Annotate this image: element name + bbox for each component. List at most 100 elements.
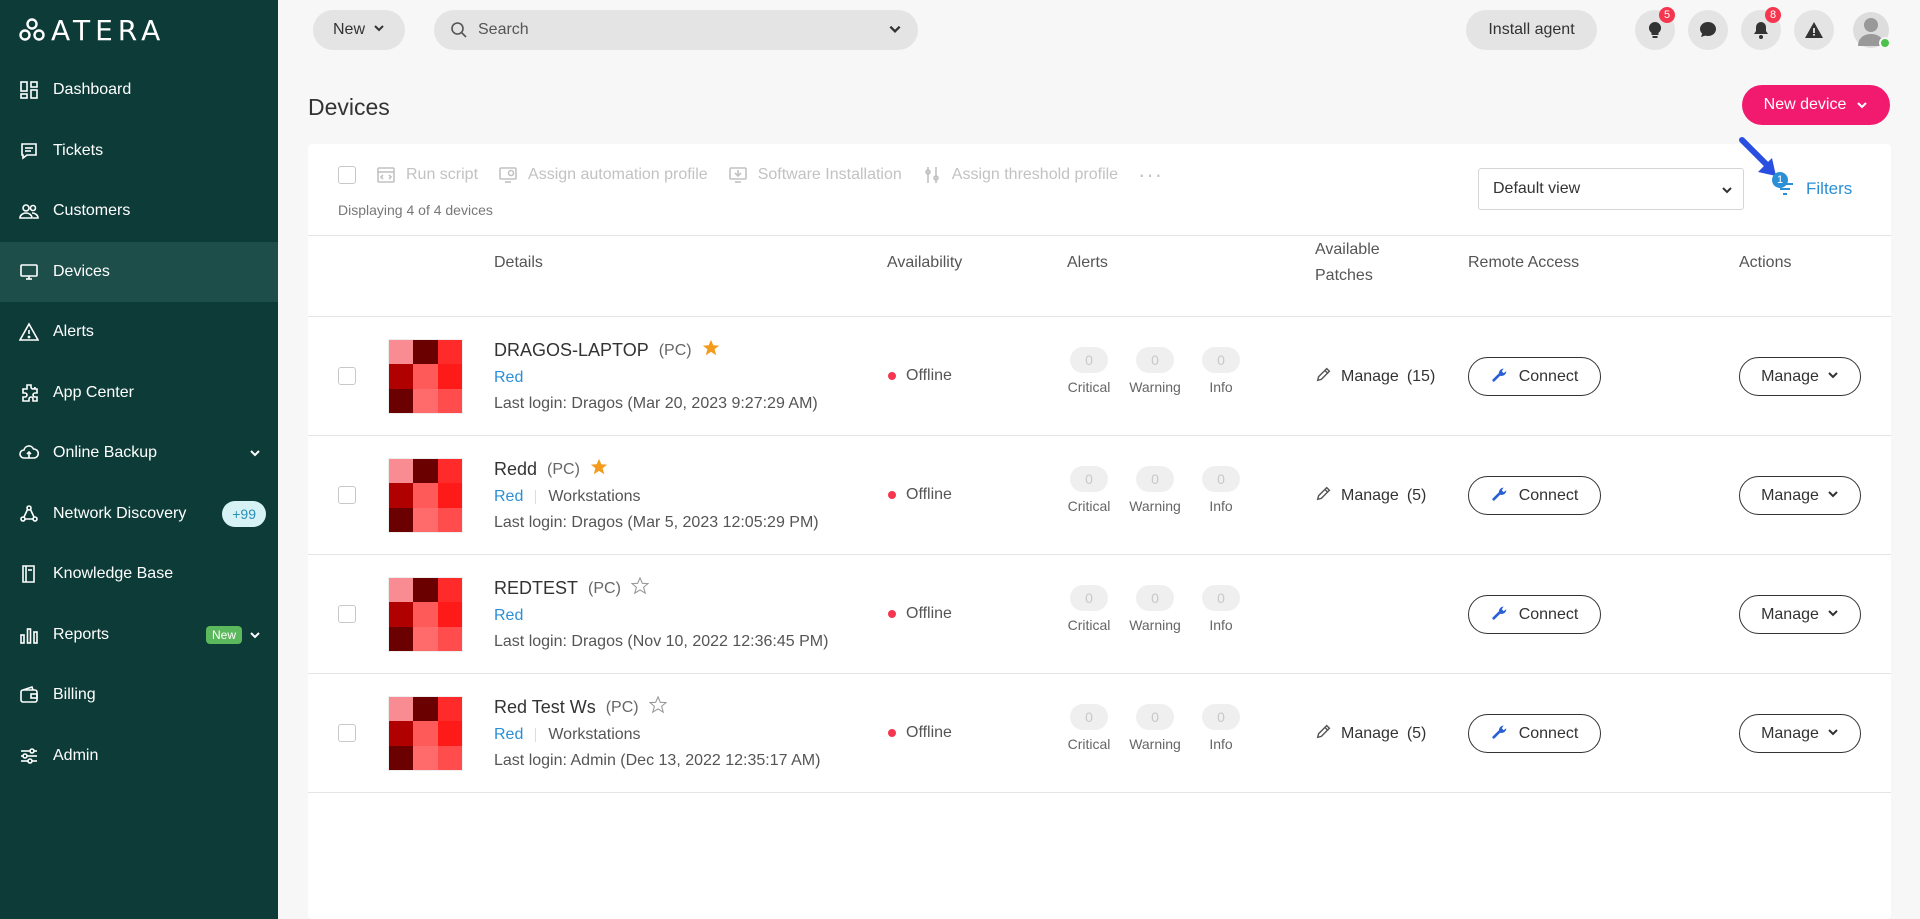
user-avatar[interactable] (1853, 12, 1891, 49)
edit-icon (1315, 365, 1333, 388)
assign-threshold-action[interactable]: Assign threshold profile (922, 165, 1118, 185)
column-header-patches-line1: Available (1315, 241, 1380, 258)
manage-label: Manage (1761, 605, 1819, 623)
new-device-button[interactable]: New device (1742, 85, 1890, 125)
availability-status: Offline (888, 605, 952, 623)
thumbnail-cell (437, 721, 462, 746)
new-menu-button[interactable]: New (313, 10, 405, 50)
sidebar-item-billing[interactable]: Billing (0, 665, 278, 726)
star-icon[interactable] (702, 339, 720, 362)
alert-info[interactable]: 0 Info (1191, 466, 1251, 514)
device-sub-line: Red (494, 607, 523, 625)
chevron-down-icon[interactable] (248, 446, 262, 460)
alert-info[interactable]: 0 Info (1191, 585, 1251, 633)
remote-connect-icon (1491, 484, 1509, 507)
device-name[interactable]: REDTEST (494, 578, 578, 599)
manage-patches-link[interactable]: Manage (5) (1315, 722, 1426, 745)
chevron-down-icon[interactable] (888, 22, 902, 41)
alert-critical[interactable]: 0 Critical (1059, 585, 1119, 633)
sidebar-item-dashboard[interactable]: Dashboard (0, 60, 278, 121)
device-name[interactable]: DRAGOS-LAPTOP (494, 340, 649, 361)
atera-logo[interactable]: ATERA (19, 14, 165, 47)
search-bar[interactable] (434, 10, 918, 50)
column-header-remote-access[interactable]: Remote Access (1468, 250, 1579, 276)
star-icon[interactable] (590, 458, 608, 481)
notifications-button[interactable]: 8 (1741, 7, 1781, 50)
chat-button[interactable] (1688, 10, 1728, 50)
star-icon[interactable] (630, 576, 650, 600)
connect-button[interactable]: Connect (1468, 595, 1601, 634)
manage-button[interactable]: Manage (1739, 476, 1861, 515)
row-checkbox[interactable] (338, 724, 356, 742)
sidebar-item-online-backup[interactable]: Online Backup (0, 423, 278, 484)
alert-warning[interactable]: 0 Warning (1125, 704, 1185, 752)
row-checkbox[interactable] (338, 367, 356, 385)
view-select[interactable]: Default view (1478, 168, 1744, 210)
software-installation-action[interactable]: Software Installation (728, 165, 902, 185)
chevron-down-icon[interactable] (248, 628, 262, 642)
alert-critical[interactable]: 0 Critical (1059, 466, 1119, 514)
manage-label: Manage (1761, 486, 1819, 504)
select-all-checkbox[interactable] (338, 166, 356, 184)
alert-critical[interactable]: 0 Critical (1059, 704, 1119, 752)
device-customer-link[interactable]: Red (494, 607, 523, 625)
column-header-availability[interactable]: Availability (887, 250, 962, 276)
alert-info[interactable]: 0 Info (1191, 347, 1251, 395)
tips-button[interactable]: 5 (1635, 7, 1675, 50)
alert-warning[interactable]: 0 Warning (1125, 347, 1185, 395)
device-customer-link[interactable]: Red (494, 369, 523, 387)
run-script-action[interactable]: Run script (376, 165, 478, 185)
manage-button[interactable]: Manage (1739, 595, 1861, 634)
table-row[interactable]: REDTEST (PC) Red Last login: Dragos (Nov 10… (308, 555, 1891, 674)
alert-info-label: Info (1209, 617, 1233, 633)
column-header-details[interactable]: Details (494, 250, 543, 276)
sidebar-item-network-discovery[interactable]: Network Discovery +99 (0, 484, 278, 545)
device-name[interactable]: Redd (494, 459, 537, 480)
alert-warning[interactable]: 0 Warning (1125, 466, 1185, 514)
device-site[interactable]: Workstations (548, 488, 640, 506)
alert-info[interactable]: 0 Info (1191, 704, 1251, 752)
filters-button[interactable]: 1 Filters (1772, 172, 1852, 200)
patch-count: (5) (1406, 486, 1427, 504)
assign-automation-action[interactable]: Assign automation profile (498, 165, 708, 185)
more-actions-button[interactable]: ··· (1138, 162, 1163, 188)
device-thumbnail (388, 696, 463, 771)
availability-label: Offline (906, 486, 952, 503)
manage-patches-link[interactable]: Manage (5) (1315, 484, 1426, 507)
table-row[interactable]: Red Test Ws (PC) Red Workstations Last login… (308, 674, 1891, 793)
table-row[interactable]: Redd (PC) Red Workstations Last login: Drago… (308, 436, 1891, 555)
sidebar-item-reports[interactable]: Reports New (0, 605, 278, 666)
star-icon[interactable] (648, 695, 668, 719)
manage-button[interactable]: Manage (1739, 714, 1861, 753)
connect-button[interactable]: Connect (1468, 357, 1601, 396)
sidebar-item-admin[interactable]: Admin (0, 726, 278, 787)
column-header-patches[interactable]: Available Patches (1315, 237, 1380, 289)
sidebar-item-customers[interactable]: Customers (0, 181, 278, 242)
system-alerts-button[interactable] (1794, 10, 1834, 50)
table-row[interactable]: DRAGOS-LAPTOP (PC) Red Last login: Dragos (… (308, 317, 1891, 436)
sidebar-item-tickets[interactable]: Tickets (0, 121, 278, 182)
sidebar-item-app-center[interactable]: App Center (0, 363, 278, 424)
sidebar-item-devices[interactable]: Devices (0, 241, 278, 302)
thumbnail-cell (413, 507, 438, 532)
install-agent-button[interactable]: Install agent (1466, 10, 1597, 50)
device-site[interactable]: Workstations (548, 726, 640, 744)
connect-button[interactable]: Connect (1468, 476, 1601, 515)
device-customer-link[interactable]: Red (494, 726, 523, 744)
manage-patches-link[interactable]: Manage (15) (1315, 365, 1435, 388)
connect-button[interactable]: Connect (1468, 714, 1601, 753)
manage-button[interactable]: Manage (1739, 357, 1861, 396)
device-thumbnail (388, 339, 463, 414)
sidebar-item-knowledge-base[interactable]: Knowledge Base (0, 544, 278, 605)
sidebar-item-alerts[interactable]: Alerts (0, 302, 278, 363)
ticket-icon (19, 141, 39, 161)
row-checkbox[interactable] (338, 605, 356, 623)
thumbnail-cell (389, 721, 414, 746)
device-name[interactable]: Red Test Ws (494, 697, 596, 718)
column-header-alerts[interactable]: Alerts (1067, 250, 1108, 276)
alert-critical[interactable]: 0 Critical (1059, 347, 1119, 395)
row-checkbox[interactable] (338, 486, 356, 504)
alert-warning[interactable]: 0 Warning (1125, 585, 1185, 633)
device-customer-link[interactable]: Red (494, 488, 523, 506)
search-input[interactable] (478, 21, 858, 39)
